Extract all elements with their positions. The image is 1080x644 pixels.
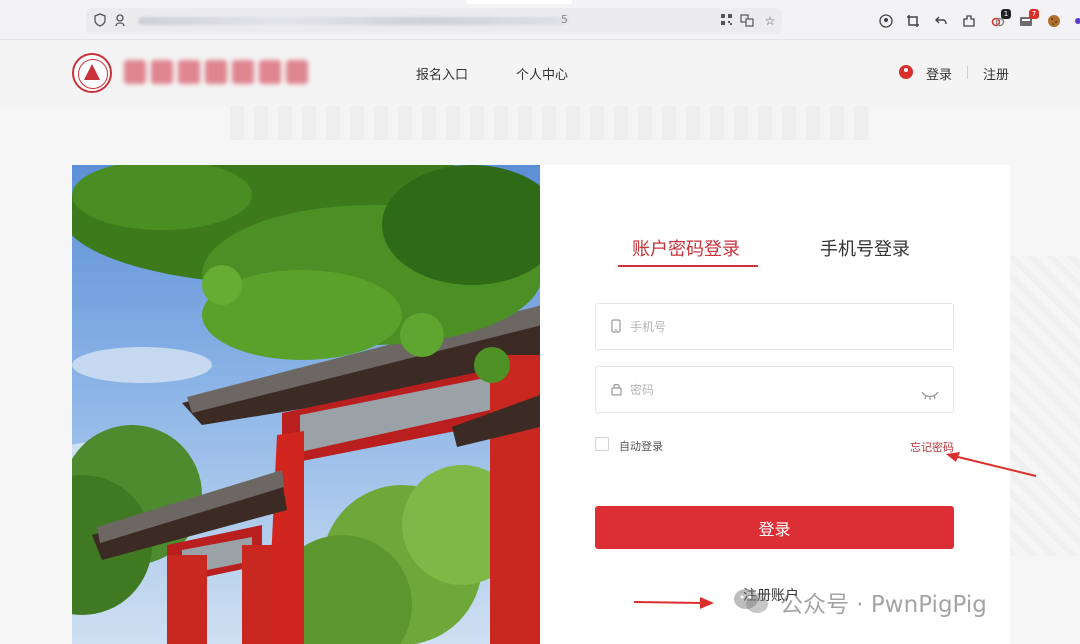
header-login-link[interactable]: 登录 [926,64,952,83]
extension-a-icon[interactable]: 1 [990,9,1011,30]
address-bar[interactable]: 5 ☆ [86,8,782,34]
wechat-icon [734,589,768,613]
watermark-text: 公众号 · PwnPigPig [780,592,987,618]
url-tail-text: 5 [561,13,568,26]
bookmark-star-icon[interactable]: ☆ [762,13,778,29]
account-icon[interactable] [878,14,894,30]
password-input[interactable] [630,380,920,400]
translate-icon[interactable] [739,13,755,29]
header-register-link[interactable]: 注册 [983,64,1009,83]
campus-gate-photo [72,165,540,644]
user-icon [899,65,913,79]
nav-apply-entry[interactable]: 报名入口 [416,64,468,83]
cookie-icon[interactable] [1046,14,1062,30]
browser-toolbar: 5 ☆ 1 7 [0,0,1080,40]
active-tab-underline [618,265,758,267]
tab-account-password-login[interactable]: 账户密码登录 [632,235,740,261]
login-button[interactable]: 登录 [595,506,954,549]
undo-icon[interactable] [933,14,949,30]
extension-a-badge: 1 [1001,9,1011,19]
auto-login-label: 自动登录 [619,440,663,453]
annotation-arrow-forgot [946,452,1037,477]
login-card: 账户密码登录 手机号登录 自动登录 忘记密码 登录 注册账户 [540,165,1010,644]
tab-phone-login[interactable]: 手机号登录 [820,235,910,261]
overflow-icon[interactable] [1070,14,1080,30]
phone-icon [611,319,623,335]
url-text-redacted [138,17,568,25]
nav-personal-center[interactable]: 个人中心 [516,64,568,83]
phone-field[interactable] [595,303,954,350]
shield-icon[interactable] [92,13,108,29]
qr-code-icon[interactable] [718,13,734,29]
extensions-icon[interactable] [961,14,977,30]
password-field[interactable] [595,366,954,413]
extension-b-icon[interactable]: 7 [1018,9,1039,30]
header-divider [967,66,968,79]
school-name-redacted [124,54,324,90]
site-permissions-icon[interactable] [112,13,128,29]
lock-icon [611,382,623,398]
annotation-arrow-register [633,597,714,609]
phone-input[interactable] [630,317,920,337]
site-header: 报名入口 个人中心 登录 注册 [0,40,1080,106]
crop-icon[interactable] [905,14,921,30]
school-logo[interactable] [72,53,112,93]
active-tab-indicator[interactable] [466,0,572,4]
extension-b-badge: 7 [1029,9,1039,19]
auto-login-checkbox[interactable] [595,437,609,451]
eye-closed-icon[interactable] [921,385,939,400]
